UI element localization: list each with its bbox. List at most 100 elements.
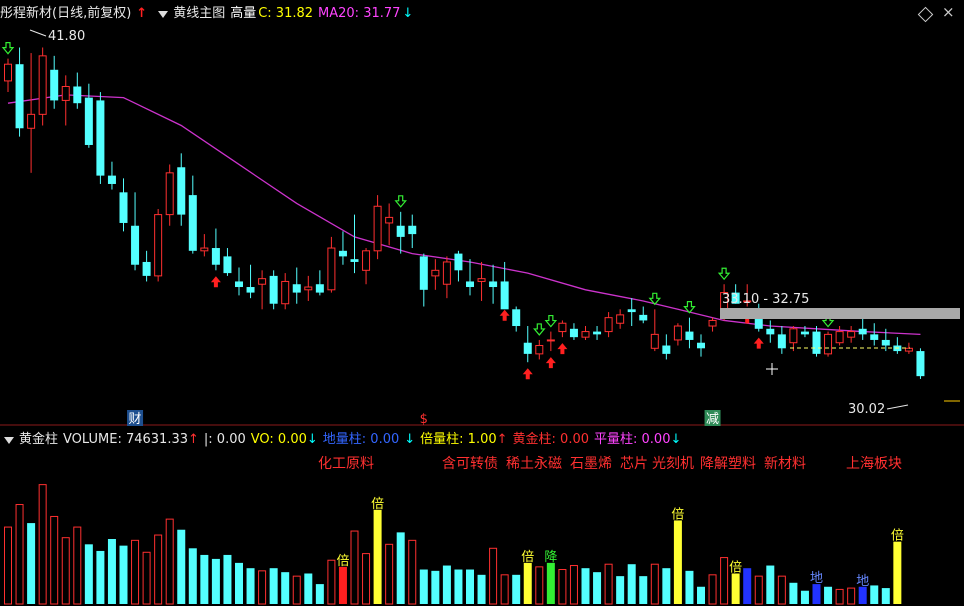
volume-bar-fill [639, 576, 648, 604]
dropdown-triangle-icon[interactable] [158, 10, 169, 18]
volume-bar [84, 544, 93, 604]
candle-body-down [489, 281, 498, 288]
volume-bar-fill [269, 568, 278, 604]
volume-bar-up [489, 547, 498, 605]
volume-bar-up [73, 526, 82, 605]
volume-bar-fill [812, 584, 821, 604]
candle [4, 58, 12, 93]
volume-bar [350, 530, 359, 605]
candle [27, 53, 36, 173]
signal-up-arrow-icon [522, 368, 533, 380]
candle [650, 309, 659, 352]
candle-body-down [350, 259, 359, 262]
volume-bar: 倍 [729, 560, 742, 604]
volume-bar-fill [870, 585, 879, 604]
candle [315, 270, 324, 296]
volume-bar [708, 574, 717, 605]
candle-body-up [477, 278, 486, 282]
beiliang-value: 倍量柱: 1.00 [420, 432, 497, 447]
candle-body-up [708, 319, 717, 327]
stock-name[interactable]: 彤程新材(日线,前复权) [0, 4, 131, 24]
candle-body-down [177, 167, 186, 215]
volume-bar-fill [477, 574, 486, 604]
volume-value: VOLUME: 74631.33 [63, 432, 188, 447]
candle [523, 326, 532, 363]
volume-bar-fill [304, 573, 313, 604]
volume-bar [477, 574, 486, 604]
candle-body-down [512, 309, 521, 327]
volume-bar [881, 588, 890, 604]
volume-bar [766, 565, 775, 604]
volume-bar-up [558, 569, 567, 605]
volume-bar-fill [211, 558, 220, 604]
candle [408, 214, 417, 249]
dropdown-triangle-icon-2[interactable] [4, 436, 14, 444]
candle-body-up [847, 331, 856, 338]
volume-bar [327, 559, 336, 605]
volume-bar [454, 569, 463, 604]
volume-bar [870, 585, 879, 604]
candle-body-up [558, 322, 567, 333]
volume-bar-fill [512, 574, 521, 604]
volume-bar [154, 534, 163, 605]
volume-bar [616, 576, 625, 604]
candle [777, 326, 786, 354]
volume-bar [697, 586, 705, 604]
candle-body-up [4, 63, 12, 82]
volume-bar-up [4, 526, 12, 605]
volume-bar [200, 554, 209, 604]
candle-body-down [419, 256, 428, 290]
volume-bar [419, 569, 428, 604]
candle [708, 317, 717, 332]
volume-bar [662, 568, 671, 604]
candle [304, 275, 313, 301]
volume-bar: 地 [856, 574, 869, 604]
volume-bar-fill [454, 569, 463, 604]
volume-bar-fill [662, 568, 671, 604]
candle [362, 248, 371, 285]
volume-bar-up [38, 484, 47, 605]
close-icon[interactable]: × [942, 3, 955, 21]
indicator-name[interactable]: 黄线主图 [173, 4, 225, 24]
candle [188, 175, 197, 254]
volume-bar [27, 523, 36, 604]
candle [673, 323, 682, 346]
candle [454, 250, 463, 282]
beiliang-arrow: ↑ [496, 432, 508, 447]
sub-title[interactable]: 黄金柱 [19, 430, 58, 450]
candle-body-down [569, 328, 578, 338]
volume-bar: 倍 [371, 497, 384, 604]
candle-body-up [824, 333, 833, 355]
candle-body-down [338, 250, 347, 257]
candle [904, 342, 913, 354]
volume-bar-up [569, 565, 578, 605]
candle-body-down [396, 225, 405, 237]
candle [350, 214, 359, 274]
keyword-0: 化工原料 [318, 456, 374, 472]
candle-body-up [154, 214, 163, 277]
candle-body-down [84, 97, 93, 145]
candle [847, 326, 856, 343]
volume-bar-label: 地 [856, 574, 869, 589]
candle [235, 267, 243, 296]
volume-bar [131, 539, 140, 605]
volume-bar-fill [396, 532, 405, 604]
candle-body-up [27, 113, 36, 129]
volume-bar [211, 558, 220, 604]
candle-body-down [766, 328, 775, 335]
candle-body-down [685, 331, 694, 340]
candle-body-up [165, 172, 174, 216]
candle [211, 228, 220, 271]
volume-bar-fill [766, 565, 775, 604]
candle-body-down [107, 175, 116, 184]
volume-bar [743, 568, 752, 604]
volume-bar [235, 562, 243, 604]
candle [327, 236, 336, 293]
candle-body-down [881, 339, 890, 346]
candle-body-down [858, 328, 867, 335]
candle-body-up [581, 331, 590, 338]
candle-body-down [800, 331, 809, 335]
candle-body-up [327, 247, 336, 291]
volume-bar-up [258, 570, 267, 605]
candle [893, 337, 902, 354]
